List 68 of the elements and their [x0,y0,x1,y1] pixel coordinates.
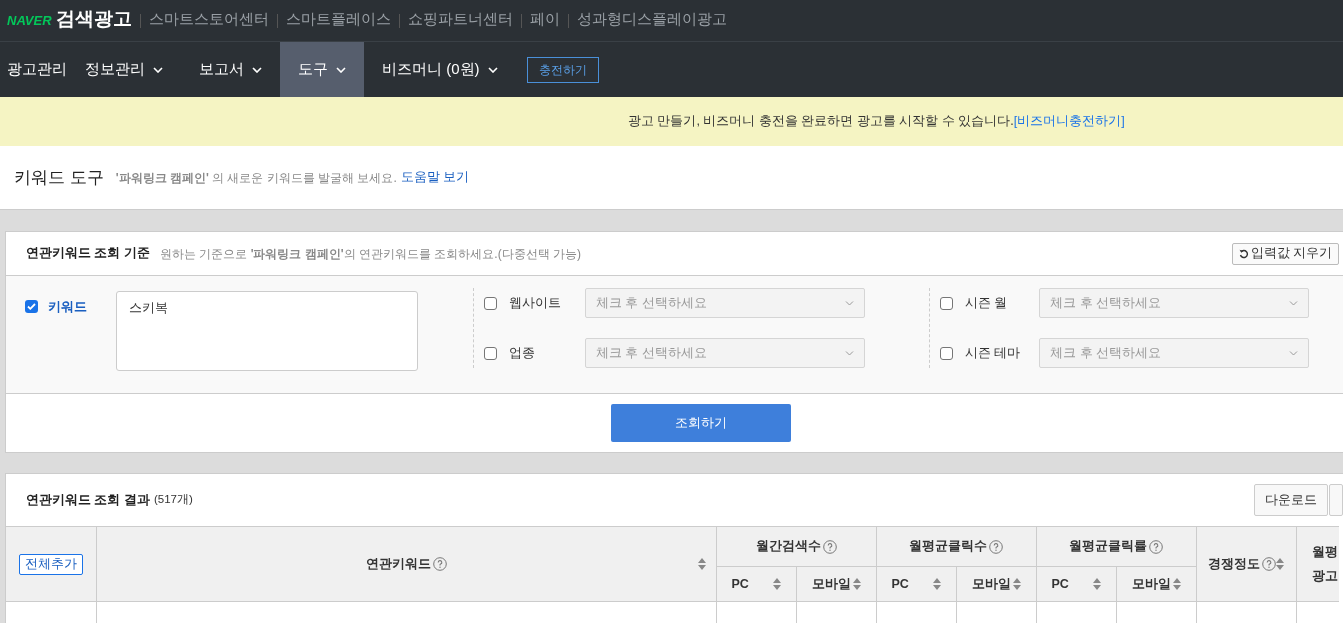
help-icon[interactable] [432,557,447,571]
filter-label: 시즌 테마 [964,344,1022,362]
filter-label: 업종 [509,344,536,362]
column-header: 모바일 [971,575,1011,593]
top-link[interactable]: 스마트플레이스 [285,7,391,31]
nav-tab[interactable]: 비즈머니 (0원) [364,42,516,97]
sort-icon[interactable] [1092,578,1101,590]
column-header: 모바일 [1131,575,1171,593]
chevron-down-icon [845,300,854,306]
charge-link[interactable]: [비즈머니충전하기] [1013,112,1125,131]
column-header: PC [891,575,909,593]
checkbox[interactable] [25,300,38,314]
filter-label: 웹사이트 [509,294,562,312]
page-description: '파워링크 캠페인' 의 새로운 키워드를 발굴해 보세요. [115,169,397,187]
section-title: 연관키워드 조회 결과 [26,491,150,509]
column-header: 월평균클릭수 [909,538,987,556]
keyword-label: 키워드 [48,298,87,316]
column-header: 월평 [1311,544,1339,561]
page-title: 키워드 도구 [14,166,104,189]
column-header: PC [1051,575,1069,593]
help-icon[interactable] [1149,539,1163,554]
checkbox[interactable] [484,346,497,360]
checkbox[interactable] [484,296,497,310]
column-header: 월평균클릭률 [1069,538,1147,556]
charge-button[interactable]: 충전하기 [526,56,599,83]
help-icon[interactable] [1262,557,1276,571]
reset-icon [1238,248,1249,259]
sort-icon[interactable] [932,578,941,590]
nav-tab[interactable]: 도구 [280,42,364,97]
column-header: 월간검색수 [755,538,821,556]
nav-tab[interactable]: 보고서 [181,42,280,97]
chevron-down-icon [1289,300,1298,306]
keyword-input[interactable]: 스키복 [116,291,418,371]
checkbox[interactable] [940,296,953,310]
sort-icon[interactable] [1012,578,1021,590]
chevron-down-icon [845,350,854,356]
nav-tab[interactable]: 광고관리 [0,42,67,97]
checkbox[interactable] [940,346,953,360]
top-link[interactable]: 스마트스토어센터 [148,7,269,31]
column-header: 경쟁정도 [1208,555,1260,573]
section-title: 연관키워드 조회 기준 [26,245,150,263]
notice-text: 광고 만들기, 비즈머니 충전을 완료하면 광고를 시작할 수 있습니다. [628,113,1014,131]
column-header: 광고 [1311,568,1339,585]
search-button[interactable]: 조회하기 [611,404,791,442]
top-link[interactable]: 페이 [529,7,560,31]
sort-icon[interactable] [697,558,706,571]
sort-icon[interactable] [852,578,861,590]
nav-tab[interactable]: 정보관리 [67,42,181,97]
sort-icon[interactable] [772,578,781,590]
help-link[interactable]: 도움말 보기 [400,168,470,187]
help-icon[interactable] [989,539,1003,554]
brand-logo[interactable]: NAVER [7,10,52,31]
sort-icon[interactable] [1172,578,1181,590]
download-button[interactable]: 다운로드 [1254,484,1328,516]
column-header: PC [731,575,749,593]
column-header: 연관키워드 [365,555,431,573]
help-icon[interactable] [822,539,837,554]
filter-label: 시즌 월 [964,294,1009,312]
section-hint: 원하는 기준으로 '파워링크 캠페인'의 연관키워드를 조회하세요.(다중선택 가능) [159,245,581,263]
reset-button[interactable]: 입력값 지우기 [1231,242,1339,265]
sort-icon[interactable] [1276,558,1284,570]
chevron-down-icon [1289,350,1298,356]
column-header: 모바일 [811,575,851,593]
result-count: (517개) [153,492,193,508]
top-link[interactable]: 성과형디스플레이광고 [576,7,727,31]
product-name[interactable]: 검색광고 [55,4,132,34]
top-link[interactable]: 쇼핑파트너센터 [407,7,513,31]
add-all-button[interactable]: 전체추가 [18,553,83,575]
